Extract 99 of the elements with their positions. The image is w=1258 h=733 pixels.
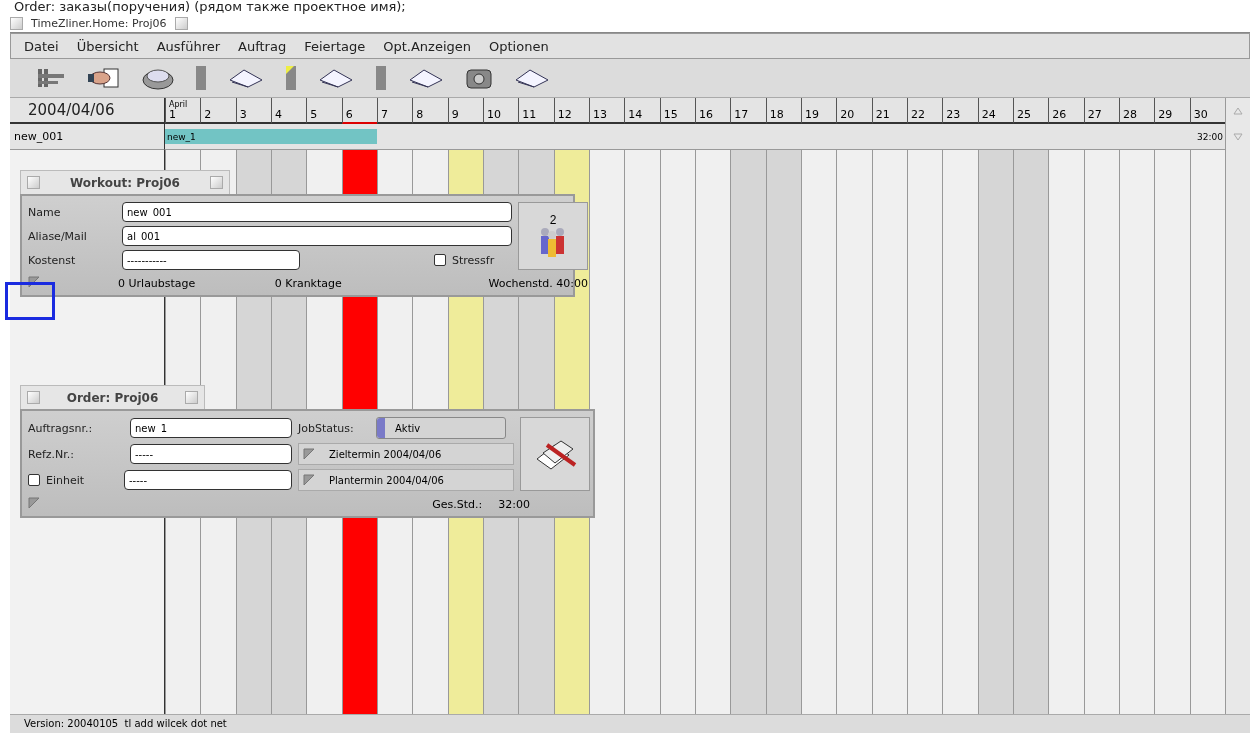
day-header: 11 [518, 98, 554, 124]
day-header: 30 [1189, 98, 1225, 124]
day-header: 29 [1154, 98, 1190, 124]
day-header: 20 [836, 98, 872, 124]
caption-text: Order: заказы(поручения) (рядом также проектное имя); [13, 0, 407, 14]
checkbox[interactable] [28, 474, 40, 486]
summary-text: 0 Kranktage [274, 277, 343, 290]
dialog-title: Order: Proj06 [66, 391, 159, 404]
menu-item[interactable]: Ausführer [147, 38, 230, 54]
date-button[interactable]: Zieltermin 2004/04/06 [298, 443, 514, 465]
text-field[interactable]: ----------- [122, 250, 300, 270]
dialog-menu-icon[interactable] [27, 391, 40, 404]
day-header: 28 [1119, 98, 1155, 124]
task-bar-segment[interactable] [341, 124, 377, 150]
book-button[interactable] [520, 417, 590, 491]
crane-icon[interactable] [36, 67, 66, 89]
summary-text: 0 Urlaubstage [118, 277, 197, 290]
total-hours: 32:00 [498, 499, 530, 510]
hand-document-icon[interactable] [88, 67, 120, 89]
paper-stack-icon[interactable] [228, 68, 264, 88]
status-text: Version: 20040105 tl add wilcek dot net [24, 719, 227, 729]
text-field[interactable]: new_1 [130, 418, 292, 438]
camera-icon[interactable] [466, 67, 492, 89]
paper-stack-icon[interactable] [514, 68, 550, 88]
tagged-bar-icon[interactable] [286, 66, 296, 90]
day-header: 8 [412, 98, 448, 124]
menu-item[interactable]: Datei [15, 38, 68, 54]
day-header: 6 [341, 98, 377, 124]
timeline-cell[interactable] [1189, 124, 1225, 150]
corner-icon[interactable] [303, 448, 315, 460]
day-header: 25 [1013, 98, 1049, 124]
scroll-up-icon[interactable] [1233, 107, 1243, 115]
text-field[interactable]: new_001 [122, 202, 512, 222]
day-header: 17 [730, 98, 766, 124]
highlight-frame [5, 282, 55, 320]
timeline-cell[interactable] [377, 124, 413, 150]
field-label: Kostenst [28, 253, 77, 267]
text-field[interactable]: ----- [130, 444, 292, 464]
day-header: April 1 [165, 98, 201, 124]
menu-item[interactable]: Feiertage [295, 38, 375, 54]
day-header: 7 [377, 98, 413, 124]
task-bar-segment[interactable]: new_1 [165, 124, 201, 150]
paper-stack-icon[interactable] [408, 68, 444, 88]
menu-item[interactable]: Übersicht [67, 38, 148, 54]
day-header: 9 [447, 98, 483, 124]
status-dropdown[interactable]: Aktiv [376, 417, 506, 439]
checkbox-label: Einheit [46, 473, 86, 487]
day-header: 3 [235, 98, 271, 124]
day-header: 19 [801, 98, 837, 124]
field-label: Name [28, 205, 62, 219]
current-date: 2004/04/06 [10, 98, 165, 124]
day-header: 26 [1048, 98, 1084, 124]
row-label: new_001 [10, 124, 165, 150]
month-label: April [169, 101, 189, 109]
corner-icon[interactable] [303, 474, 315, 486]
day-header: 22 [907, 98, 943, 124]
day-header: 24 [977, 98, 1013, 124]
day-header: 14 [624, 98, 660, 124]
restore-icon[interactable] [185, 391, 198, 404]
date-button[interactable]: Plantermin 2004/04/06 [298, 469, 514, 491]
text-field[interactable]: ----- [124, 470, 292, 490]
day-header: 12 [553, 98, 589, 124]
row-total: 32:00 [1197, 132, 1224, 142]
field-label: Auftragsnr.: [28, 421, 94, 435]
day-header: 10 [483, 98, 519, 124]
restore-icon[interactable] [210, 176, 223, 189]
task-label: new_1 [166, 131, 196, 142]
dialog-title: Workout: Proj06 [70, 176, 180, 189]
day-header: 2 [200, 98, 236, 124]
day-header: 21 [871, 98, 907, 124]
day-header: 15 [659, 98, 695, 124]
window-title: TimeZliner.Home: Proj06 [31, 17, 167, 29]
disk-drive-icon[interactable] [142, 66, 174, 90]
menu-item[interactable]: Auftrag [229, 38, 296, 54]
day-header: 4 [271, 98, 307, 124]
restore-icon[interactable] [174, 16, 188, 30]
field-label: JobStatus: [298, 421, 355, 435]
day-header: 18 [765, 98, 801, 124]
day-header: 13 [589, 98, 625, 124]
day-header: 16 [695, 98, 731, 124]
summary-text: Wochenstd. 40:00 [487, 277, 588, 290]
day-header: 23 [942, 98, 978, 124]
checkbox-label: Stressfr [452, 253, 496, 267]
paper-stack-icon[interactable] [318, 68, 354, 88]
checkbox[interactable] [434, 254, 446, 266]
field-label: Refz.Nr.: [28, 447, 75, 461]
corner-icon[interactable] [28, 497, 40, 509]
menu-item[interactable]: Optionen [480, 38, 558, 54]
scroll-down-icon[interactable] [1233, 133, 1243, 141]
text-field[interactable]: al_001 [122, 226, 512, 246]
field-label: Ges.Std.: [432, 499, 483, 510]
people-button[interactable]: 2 [518, 202, 588, 270]
day-header: 27 [1083, 98, 1119, 124]
dialog-menu-icon[interactable] [27, 176, 40, 189]
window-menu-icon[interactable] [10, 16, 23, 30]
menu-item[interactable]: Opt.Anzeigen [374, 38, 480, 54]
day-header: 5 [306, 98, 342, 124]
field-label: Aliase/Mail [28, 229, 88, 243]
corner-icon[interactable] [28, 276, 40, 288]
